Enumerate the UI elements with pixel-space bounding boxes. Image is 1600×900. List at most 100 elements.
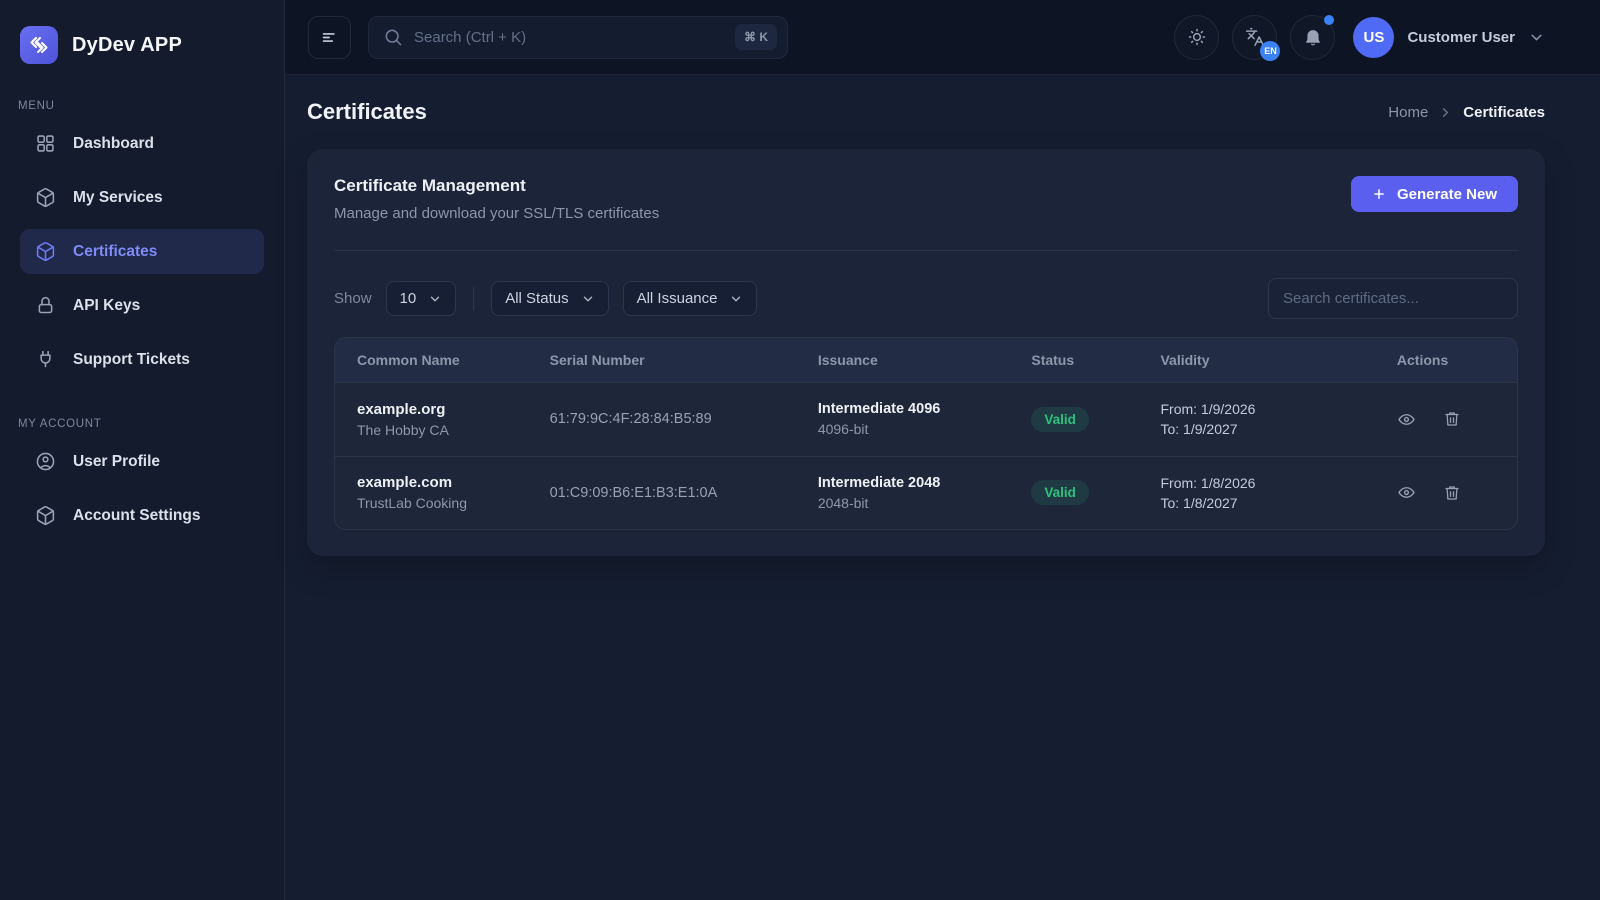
logo-chevrons-icon bbox=[20, 26, 58, 64]
column-header-serial-number: Serial Number bbox=[538, 338, 806, 382]
notification-dot bbox=[1324, 15, 1334, 25]
status-filter-value: All Status bbox=[505, 290, 568, 307]
column-header-actions: Actions bbox=[1385, 338, 1517, 382]
cube-icon bbox=[35, 241, 56, 262]
cert-issuance: Intermediate 2048 bbox=[818, 475, 1008, 491]
sidebar-item-dashboard[interactable]: Dashboard bbox=[20, 121, 264, 166]
cert-issuer: The Hobby CA bbox=[357, 422, 526, 438]
language-switcher-button[interactable]: EN bbox=[1232, 15, 1277, 60]
generate-new-button[interactable]: Generate New bbox=[1351, 176, 1518, 212]
sidebar: DyDev APP MENU Dashboard My Services C bbox=[0, 0, 285, 900]
cert-serial: 61:79:9C:4F:28:84:B5:89 bbox=[538, 395, 806, 443]
status-filter-select[interactable]: All Status bbox=[491, 281, 608, 316]
card-title: Certificate Management bbox=[334, 176, 659, 196]
cert-valid-to: To: 1/8/2027 bbox=[1160, 493, 1372, 513]
trash-icon bbox=[1443, 484, 1461, 502]
table-filters: Show 10 All Status All Issuance bbox=[334, 278, 1518, 319]
delete-certificate-button[interactable] bbox=[1443, 410, 1461, 428]
chevron-right-icon bbox=[1438, 105, 1453, 120]
eye-icon bbox=[1397, 410, 1416, 429]
card-divider bbox=[334, 250, 1518, 251]
status-badge: Valid bbox=[1031, 407, 1089, 432]
main-column: ⌘ K EN bbox=[285, 0, 1600, 900]
sidebar-item-label: Support Tickets bbox=[73, 351, 190, 369]
avatar: US bbox=[1353, 17, 1394, 58]
view-certificate-button[interactable] bbox=[1397, 483, 1416, 502]
issuance-filter-value: All Issuance bbox=[637, 290, 718, 307]
user-name: Customer User bbox=[1407, 29, 1515, 46]
generate-new-label: Generate New bbox=[1397, 186, 1497, 203]
plus-icon bbox=[1372, 187, 1386, 201]
delete-certificate-button[interactable] bbox=[1443, 484, 1461, 502]
column-header-issuance: Issuance bbox=[806, 338, 1020, 382]
cert-issuance: Intermediate 4096 bbox=[818, 401, 1008, 417]
page-title: Certificates bbox=[307, 99, 427, 125]
page-size-select[interactable]: 10 bbox=[386, 281, 457, 316]
table-row: example.org The Hobby CA 61:79:9C:4F:28:… bbox=[335, 382, 1517, 456]
sidebar-item-user-profile[interactable]: User Profile bbox=[20, 439, 264, 484]
card-subtitle: Manage and download your SSL/TLS certifi… bbox=[334, 205, 659, 222]
view-certificate-button[interactable] bbox=[1397, 410, 1416, 429]
cert-valid-from: From: 1/8/2026 bbox=[1160, 473, 1372, 493]
topbar-actions: EN US Customer User bbox=[1174, 15, 1545, 60]
bell-icon bbox=[1303, 27, 1323, 47]
plug-icon bbox=[35, 349, 56, 370]
eye-icon bbox=[1397, 483, 1416, 502]
sidebar-item-certificates[interactable]: Certificates bbox=[20, 229, 264, 274]
notifications-button[interactable] bbox=[1290, 15, 1335, 60]
trash-icon bbox=[1443, 410, 1461, 428]
sidebar-item-support-tickets[interactable]: Support Tickets bbox=[20, 337, 264, 382]
chevron-down-icon bbox=[581, 292, 595, 306]
table-row: example.com TrustLab Cooking 01:C9:09:B6… bbox=[335, 456, 1517, 530]
search-input[interactable] bbox=[414, 29, 724, 46]
cert-key-size: 4096-bit bbox=[818, 421, 1008, 437]
filters-divider bbox=[473, 287, 474, 311]
certificates-search-input[interactable] bbox=[1283, 290, 1503, 307]
issuance-filter-select[interactable]: All Issuance bbox=[623, 281, 758, 316]
cert-common-name: example.com bbox=[357, 474, 526, 491]
global-search: ⌘ K bbox=[368, 16, 788, 59]
sidebar-toggle-button[interactable] bbox=[308, 16, 351, 59]
user-menu[interactable]: US Customer User bbox=[1353, 17, 1545, 58]
page-size-value: 10 bbox=[400, 290, 417, 307]
breadcrumb: Home Certificates bbox=[1388, 104, 1545, 121]
cert-valid-from: From: 1/9/2026 bbox=[1160, 399, 1372, 419]
column-header-status: Status bbox=[1019, 338, 1148, 382]
sidebar-item-label: My Services bbox=[73, 189, 163, 207]
sidebar-item-label: Account Settings bbox=[73, 507, 200, 525]
language-badge: EN bbox=[1260, 41, 1280, 61]
app-logo[interactable]: DyDev APP bbox=[0, 26, 284, 64]
certificates-table: Common Name Serial Number Issuance Statu… bbox=[334, 337, 1518, 530]
sidebar-item-label: API Keys bbox=[73, 297, 140, 315]
cube-icon bbox=[35, 187, 56, 208]
user-circle-icon bbox=[35, 451, 56, 472]
chevron-down-icon bbox=[1528, 29, 1545, 46]
cert-valid-to: To: 1/9/2027 bbox=[1160, 419, 1372, 439]
certificate-management-card: Certificate Management Manage and downlo… bbox=[307, 149, 1545, 556]
sidebar-item-my-services[interactable]: My Services bbox=[20, 175, 264, 220]
theme-toggle-button[interactable] bbox=[1174, 15, 1219, 60]
certificates-search bbox=[1268, 278, 1518, 319]
sidebar-item-label: Dashboard bbox=[73, 135, 154, 153]
cert-issuer: TrustLab Cooking bbox=[357, 495, 526, 511]
lock-icon bbox=[35, 295, 56, 316]
sidebar-item-account-settings[interactable]: Account Settings bbox=[20, 493, 264, 538]
cert-key-size: 2048-bit bbox=[818, 495, 1008, 511]
show-label: Show bbox=[334, 290, 372, 307]
column-header-validity: Validity bbox=[1148, 338, 1384, 382]
content-area: Certificates Home Certificates Certifica… bbox=[285, 75, 1600, 900]
cert-serial: 01:C9:09:B6:E1:B3:E1:0A bbox=[538, 469, 806, 517]
cube-icon bbox=[35, 505, 56, 526]
breadcrumb-home-link[interactable]: Home bbox=[1388, 104, 1428, 121]
topbar: ⌘ K EN bbox=[285, 0, 1600, 75]
search-shortcut-hint: ⌘ K bbox=[735, 24, 777, 50]
cert-common-name: example.org bbox=[357, 401, 526, 418]
sidebar-section-label-menu: MENU bbox=[0, 100, 284, 112]
sidebar-item-label: User Profile bbox=[73, 453, 160, 471]
chevron-down-icon bbox=[428, 292, 442, 306]
search-icon bbox=[383, 27, 403, 47]
breadcrumb-current: Certificates bbox=[1463, 104, 1545, 121]
sun-icon bbox=[1187, 27, 1207, 47]
sidebar-item-api-keys[interactable]: API Keys bbox=[20, 283, 264, 328]
sidebar-item-label: Certificates bbox=[73, 243, 157, 261]
